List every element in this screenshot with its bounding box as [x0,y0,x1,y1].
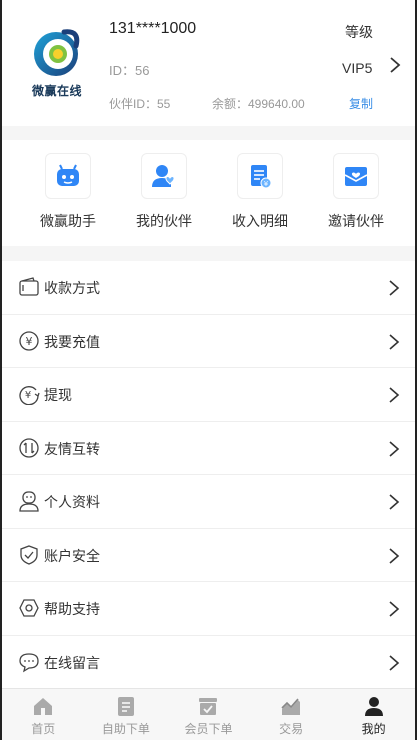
tab-label: 会员下单 [184,722,233,736]
menu-item-transfer[interactable]: 友情互转 [2,422,415,475]
action-label: 我的伙伴 [136,213,192,229]
user-profile-icon [19,491,39,512]
action-label: 邀请伙伴 [328,213,384,229]
user-icon [364,697,383,716]
copy-button[interactable]: 复制 [349,95,373,112]
chevron-right-icon [389,387,400,403]
wallet-icon [19,277,39,296]
menu-item-label: 收款方式 [44,280,100,296]
partner-icon [141,153,187,199]
shield-icon [20,544,38,565]
tab-self-order[interactable]: 自助下单 [85,689,168,740]
svg-text:¥: ¥ [25,390,31,401]
phone-number: 131****1000 [109,20,197,37]
chevron-right-icon [389,494,400,510]
action-label: 微赢助手 [40,213,96,229]
chevron-right-icon [389,440,400,457]
bottom-tab-bar: 首页 自助下单 会员下单 交易 我的 [2,688,415,740]
menu-item-help[interactable]: 帮助支持 [2,582,415,636]
quick-actions: 微赢助手 我的伙伴 ¥ 收入明细 邀请伙伴 [2,140,415,246]
chevron-right-icon[interactable] [388,56,402,74]
partner-id: 伙伴ID：55 [109,97,171,111]
menu-item-recharge[interactable]: ¥ 我要充值 [2,315,415,368]
chat-bubble-icon [19,652,39,672]
income-detail-icon: ¥ [237,153,283,199]
chevron-right-icon [389,280,400,296]
level-label: 等级 [345,24,373,40]
menu-item-label: 我要充值 [44,333,100,350]
self-order-icon [117,697,134,716]
tab-label: 自助下单 [101,722,150,736]
action-partners[interactable]: 我的伙伴 [119,153,209,237]
withdraw-icon: ¥ [19,386,40,405]
brand-logo: 微赢在线 [24,26,94,100]
transfer-icon [19,437,39,458]
menu-item-label: 在线留言 [44,654,100,671]
help-hexagon-icon [19,599,39,617]
chevron-right-icon [389,601,400,617]
menu-item-label: 账户安全 [44,547,100,564]
brand-logo-icon [34,29,80,76]
svg-text:¥: ¥ [26,335,33,348]
menu-item-message[interactable]: 在线留言 [2,636,415,689]
menu-item-label: 帮助支持 [44,601,100,617]
invite-envelope-icon [333,153,379,199]
chevron-right-icon [389,547,400,564]
vip-level: VIP5 [342,60,373,76]
home-icon [34,698,53,715]
menu-item-profile[interactable]: 个人资料 [2,475,415,529]
settings-menu: 收款方式 ¥ 我要充值 ¥ 提现 友情互转 个人资料 账户安全 帮助支持 在线留… [2,261,415,689]
menu-item-label: 友情互转 [44,440,100,457]
menu-item-label: 个人资料 [44,494,100,510]
tab-label: 交易 [279,722,304,736]
menu-item-security[interactable]: 账户安全 [2,529,415,582]
tab-trade[interactable]: 交易 [250,689,333,740]
svg-text:¥: ¥ [264,180,269,188]
profile-card[interactable]: 微赢在线 131****1000 等级 ID：56 VIP5 伙伴ID：55 余… [2,0,415,126]
tab-home[interactable]: 首页 [2,689,85,740]
menu-item-label: 提现 [44,387,72,403]
chevron-right-icon [389,333,400,350]
action-invite[interactable]: 邀请伙伴 [311,153,401,237]
menu-item-withdraw[interactable]: ¥ 提现 [2,368,415,422]
menu-item-payment-method[interactable]: 收款方式 [2,261,415,315]
action-label: 收入明细 [232,213,288,229]
chevron-right-icon [389,654,400,671]
tab-mine[interactable]: 我的 [332,689,415,740]
member-order-icon [199,698,218,715]
robot-icon [45,153,91,199]
action-assistant[interactable]: 微赢助手 [23,153,113,237]
trade-chart-icon [281,698,301,715]
logo-text: 微赢在线 [32,84,83,98]
yuan-circle-icon: ¥ [19,330,39,351]
app-frame: 微赢在线 131****1000 等级 ID：56 VIP5 伙伴ID：55 余… [0,0,417,740]
action-income[interactable]: ¥ 收入明细 [215,153,305,237]
user-id: ID：56 [109,63,150,78]
tab-label: 首页 [31,722,56,736]
tab-label: 我的 [361,722,386,736]
tab-member-order[interactable]: 会员下单 [167,689,250,740]
balance: 余额：499640.00 [212,97,305,111]
